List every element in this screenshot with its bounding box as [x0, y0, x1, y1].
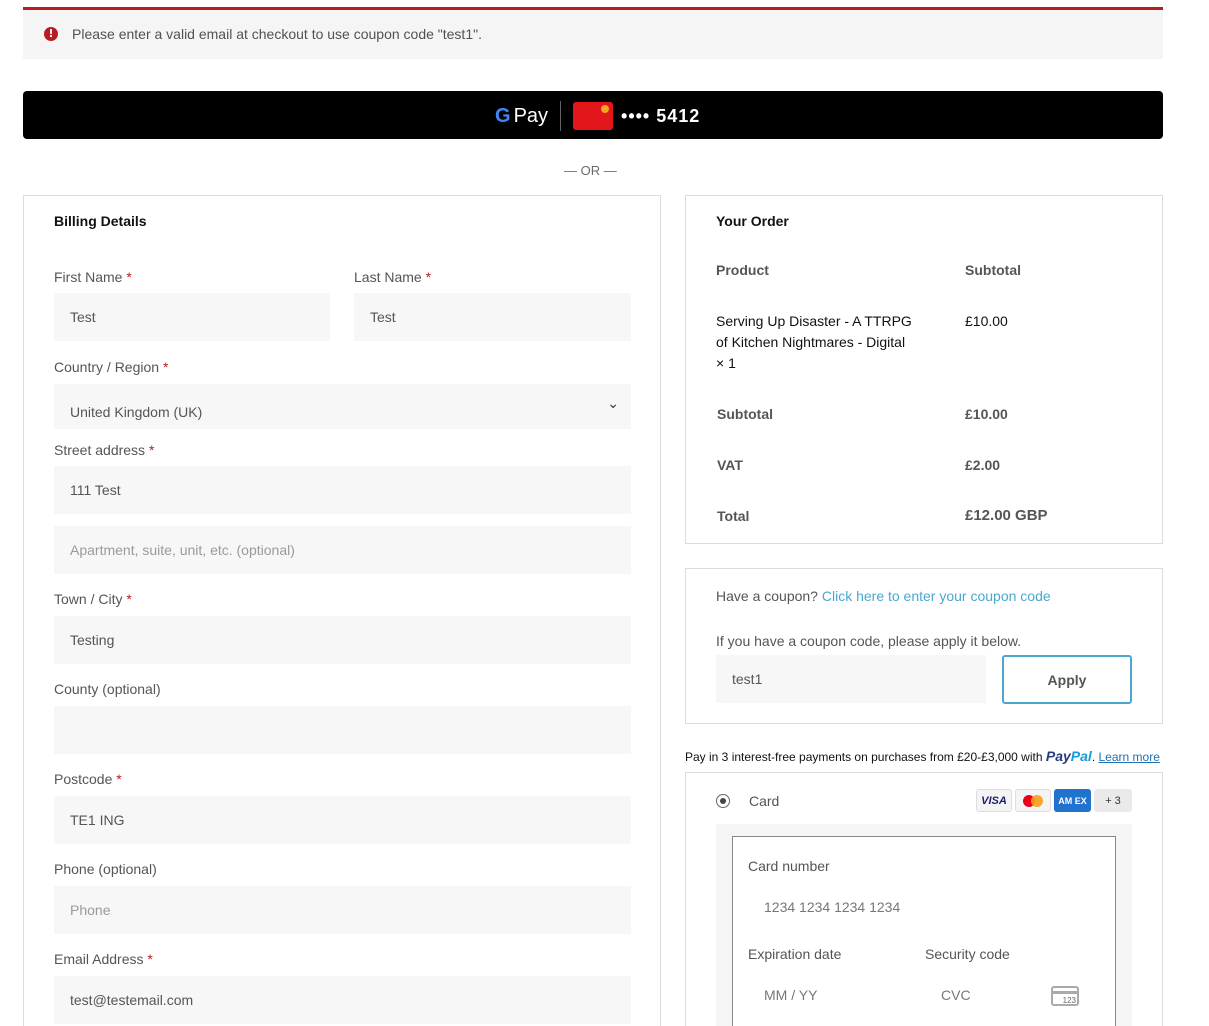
- billing-details-panel: Billing Details First Name * Test Last N…: [23, 195, 661, 1026]
- vat-value: £2.00: [965, 457, 1001, 473]
- error-message: Please enter a valid email at checkout t…: [72, 26, 482, 42]
- product-name-line2: of Kitchen Nightmares - Digital: [716, 334, 906, 350]
- google-pay-button[interactable]: G Pay •••• 5412: [23, 91, 1163, 139]
- visa-icon: VISA: [976, 789, 1012, 812]
- country-value: United Kingdom (UK): [70, 404, 203, 420]
- coupon-instructions: If you have a coupon code, please apply …: [716, 633, 1022, 649]
- subtotal-label: Subtotal: [717, 406, 773, 422]
- card-number-field[interactable]: 1234 1234 1234 1234: [764, 899, 900, 915]
- cvc-field[interactable]: CVC: [941, 987, 971, 1003]
- street-address-label: Street address *: [54, 442, 155, 458]
- country-select[interactable]: United Kingdom (UK) ⌄: [54, 384, 631, 429]
- security-code-label: Security code: [925, 946, 1010, 962]
- street-address-field[interactable]: 111 Test: [54, 466, 631, 514]
- card-thumbnail-icon: [573, 102, 614, 130]
- first-name-label: First Name *: [54, 269, 132, 285]
- card-method-label: Card: [749, 793, 780, 809]
- phone-field[interactable]: Phone: [54, 886, 631, 934]
- error-icon: !: [44, 27, 58, 41]
- error-notice: ! Please enter a valid email at checkout…: [23, 7, 1163, 59]
- email-label: Email Address *: [54, 951, 153, 967]
- email-field[interactable]: test@testemail.com: [54, 976, 631, 1024]
- coupon-link[interactable]: Click here to enter your coupon code: [822, 588, 1051, 604]
- learn-more-link[interactable]: Learn more: [1099, 750, 1160, 764]
- cvc-card-icon: 123: [1051, 986, 1079, 1006]
- county-label: County (optional): [54, 681, 161, 697]
- or-separator: — OR —: [564, 163, 617, 178]
- gpay-card-digits: •••• 5412: [621, 105, 701, 126]
- coupon-code-field[interactable]: test1: [716, 655, 986, 703]
- chevron-down-icon: ⌄: [607, 395, 619, 411]
- amex-icon: AM EX: [1054, 789, 1091, 812]
- coupon-panel: Have a coupon? Click here to enter your …: [685, 568, 1163, 724]
- first-name-field[interactable]: Test: [54, 293, 330, 341]
- payment-panel: Card VISA AM EX + 3 Card number 1234 123…: [685, 772, 1163, 1026]
- more-brands-badge: + 3: [1094, 789, 1132, 812]
- google-g-icon: G: [495, 105, 511, 127]
- apartment-field[interactable]: Apartment, suite, unit, etc. (optional): [54, 526, 631, 574]
- subtotal-column-header: Subtotal: [965, 262, 1021, 278]
- postcode-field[interactable]: TE1 ING: [54, 796, 631, 844]
- postcode-label: Postcode *: [54, 771, 122, 787]
- billing-title: Billing Details: [54, 213, 147, 229]
- product-column-header: Product: [716, 262, 769, 278]
- card-input-frame: Card number 1234 1234 1234 1234 Expirati…: [732, 836, 1116, 1026]
- phone-label: Phone (optional): [54, 861, 157, 877]
- coupon-prompt: Have a coupon? Click here to enter your …: [716, 588, 1051, 604]
- apply-coupon-button[interactable]: Apply: [1002, 655, 1132, 704]
- order-title: Your Order: [716, 213, 789, 229]
- gpay-label: Pay: [513, 105, 549, 127]
- mastercard-icon: [1015, 789, 1051, 812]
- vat-label: VAT: [717, 457, 743, 473]
- paypal-logo: PayPal: [1045, 748, 1092, 764]
- gpay-divider: [560, 101, 562, 131]
- expiry-label: Expiration date: [748, 946, 842, 962]
- country-label: Country / Region *: [54, 359, 169, 375]
- total-label: Total: [717, 508, 750, 524]
- product-price: £10.00: [965, 313, 1008, 329]
- last-name-label: Last Name *: [354, 269, 432, 285]
- last-name-field[interactable]: Test: [354, 293, 631, 341]
- product-quantity: × 1: [716, 355, 736, 371]
- total-value: £12.00 GBP: [965, 507, 1048, 524]
- card-number-label: Card number: [748, 858, 830, 874]
- card-radio-button[interactable]: [716, 794, 730, 808]
- subtotal-value: £10.00: [965, 406, 1008, 422]
- product-name-line1: Serving Up Disaster - A TTRPG: [716, 313, 912, 329]
- order-summary-panel: Your Order Product Subtotal Serving Up D…: [685, 195, 1163, 544]
- town-label: Town / City *: [54, 591, 132, 607]
- town-field[interactable]: Testing: [54, 616, 631, 664]
- county-field[interactable]: [54, 706, 631, 754]
- card-form-area: Card number 1234 1234 1234 1234 Expirati…: [716, 824, 1132, 1026]
- expiry-field[interactable]: MM / YY: [764, 987, 817, 1003]
- paypal-pay-in-3-message: Pay in 3 interest-free payments on purch…: [685, 748, 1160, 764]
